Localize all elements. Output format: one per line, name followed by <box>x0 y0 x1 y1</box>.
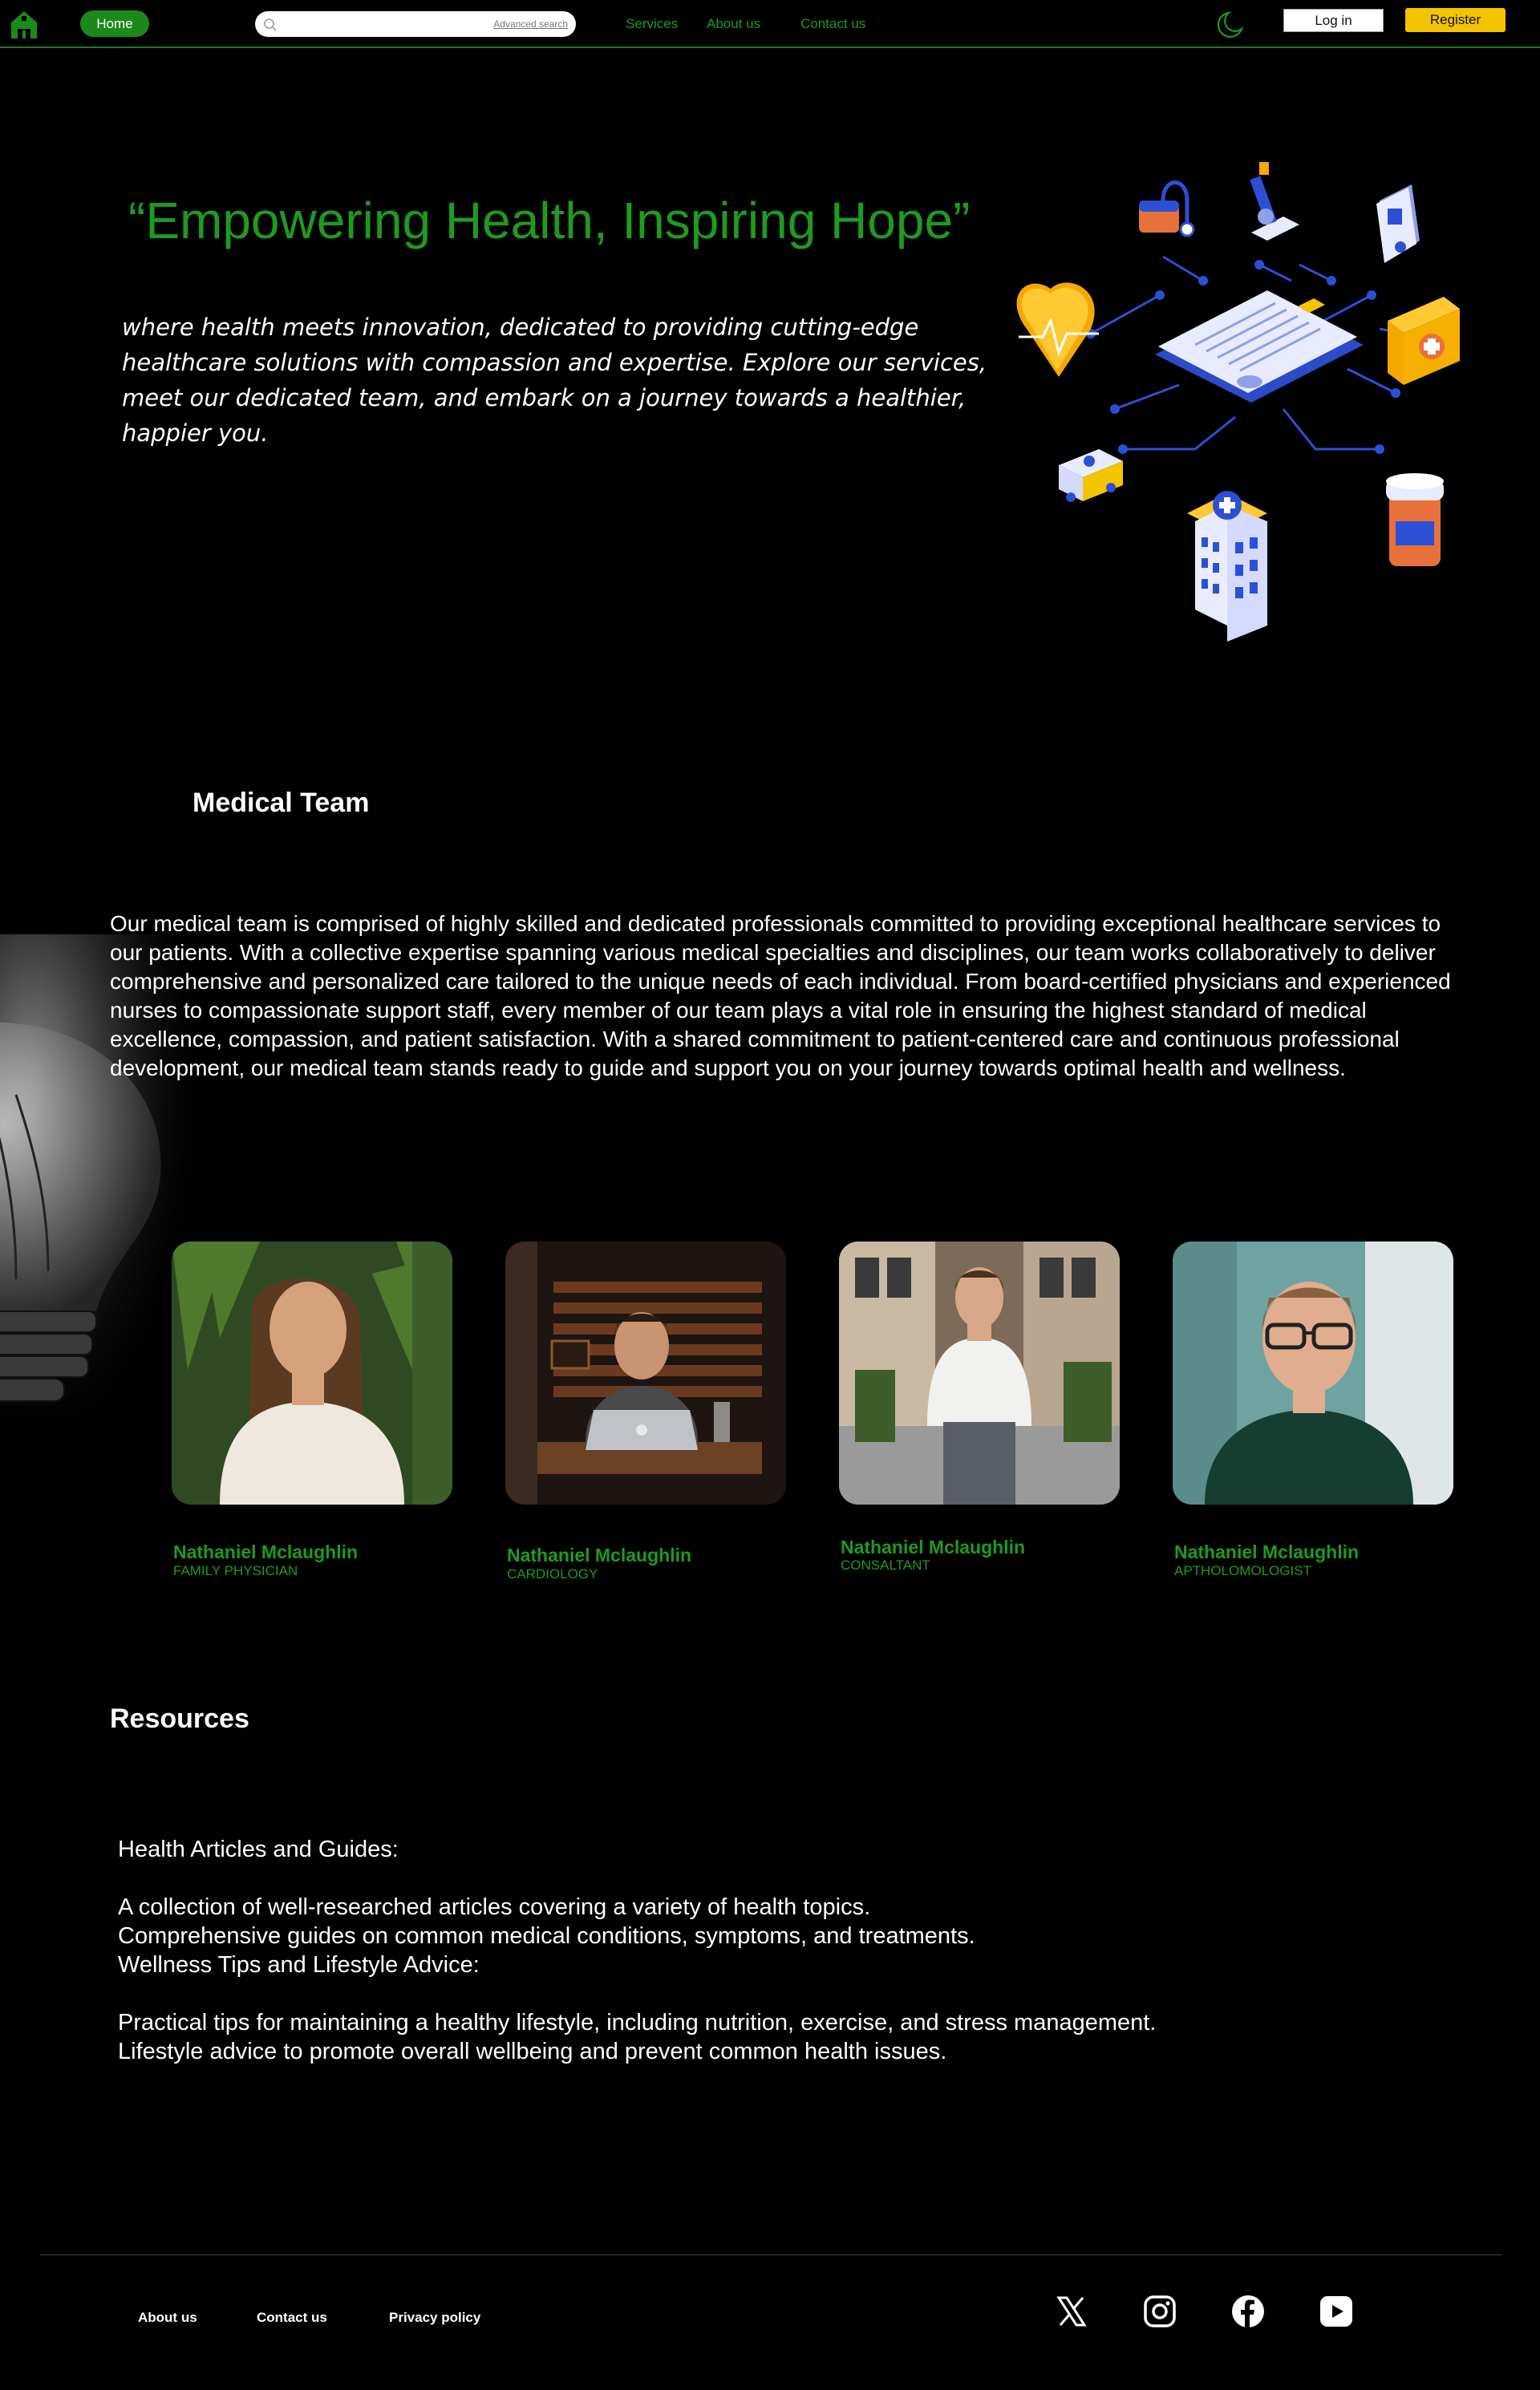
medical-team-heading: Medical Team <box>192 788 370 818</box>
x-icon[interactable] <box>1054 2294 1089 2329</box>
team-member-role: FAMILY PHYSICIAN <box>173 1563 298 1578</box>
team-member-name: Nathaniel Mclaughlin <box>841 1537 1026 1558</box>
search-icon <box>264 18 277 31</box>
nav-link-services[interactable]: Services <box>626 16 678 32</box>
team-member-role: APTHOLOMOLOGIST <box>1174 1563 1311 1578</box>
team-member-card[interactable]: Nathaniel Mclaughlin FAMILY PHYSICIAN <box>172 1242 452 1578</box>
first-aid-kit-icon <box>1388 297 1460 385</box>
team-member-card[interactable]: Nathaniel Mclaughlin APTHOLOMOLOGIST <box>1173 1242 1453 1578</box>
healthcare-isometric-illustration <box>1016 162 1460 642</box>
heart-icon <box>1016 282 1099 377</box>
team-member-role: CONSALTANT <box>841 1558 930 1573</box>
resource-item: Lifestyle advice to promote overall well… <box>118 2039 947 2064</box>
hero-title: “Empowering Health, Inspiring Hope” <box>128 192 971 249</box>
login-button[interactable]: Log in <box>1283 9 1384 32</box>
hospital-building-icon <box>1187 491 1267 642</box>
team-member-photo <box>1173 1242 1453 1505</box>
youtube-icon[interactable] <box>1319 2294 1354 2329</box>
advanced-search-link[interactable]: Advanced search <box>493 18 568 30</box>
instagram-icon[interactable] <box>1142 2294 1177 2329</box>
stethoscope-icon <box>1139 180 1195 237</box>
resource-item: Practical tips for maintaining a healthy… <box>118 2010 1157 2036</box>
resource-subheading-articles: Health Articles and Guides: <box>118 1837 399 1862</box>
team-member-photo <box>839 1242 1120 1505</box>
top-navbar: Home Advanced search Services About us C… <box>0 0 1540 48</box>
pill-bottle-icon <box>1386 473 1444 566</box>
footer-link-privacy-policy[interactable]: Privacy policy <box>389 2310 480 2326</box>
team-member-card[interactable]: Nathaniel Mclaughlin CARDIOLOGY <box>505 1242 786 1582</box>
medical-team-description: Our medical team is comprised of highly … <box>110 911 1451 1080</box>
search-bar[interactable]: Advanced search <box>255 11 576 37</box>
dark-mode-moon-icon[interactable] <box>1213 8 1246 40</box>
search-input[interactable] <box>284 14 476 34</box>
resource-subheading-wellness: Wellness Tips and Lifestyle Advice: <box>118 1952 480 1978</box>
nav-link-contact-us[interactable]: Contact us <box>800 16 865 32</box>
team-member-name: Nathaniel Mclaughlin <box>173 1541 359 1562</box>
hero-subtitle: where health meets innovation, dedicated… <box>122 314 987 447</box>
nav-link-about-us[interactable]: About us <box>707 16 760 32</box>
footer-link-about-us[interactable]: About us <box>138 2310 197 2326</box>
team-member-name: Nathaniel Mclaughlin <box>1174 1541 1360 1562</box>
team-member-name: Nathaniel Mclaughlin <box>507 1545 692 1566</box>
team-member-photo <box>505 1242 786 1505</box>
microscope-icon <box>1250 162 1299 241</box>
resources-heading: Resources <box>110 1703 249 1734</box>
team-member-card[interactable]: Nathaniel Mclaughlin CONSALTANT <box>839 1242 1120 1573</box>
footer-divider <box>40 2254 1502 2255</box>
team-member-role: CARDIOLOGY <box>507 1566 598 1582</box>
document-icon <box>1155 290 1364 403</box>
id-card-icon <box>1376 184 1420 263</box>
home-logo-icon[interactable] <box>8 8 40 40</box>
resource-item: A collection of well-researched articles… <box>118 1894 871 1920</box>
resource-item: Comprehensive guides on common medical c… <box>118 1923 975 1949</box>
register-button[interactable]: Register <box>1405 8 1506 32</box>
team-member-photo <box>172 1242 452 1505</box>
footer-link-contact-us[interactable]: Contact us <box>257 2310 327 2326</box>
home-button[interactable]: Home <box>80 10 149 37</box>
ambulance-icon <box>1059 449 1123 502</box>
facebook-icon[interactable] <box>1230 2294 1266 2329</box>
